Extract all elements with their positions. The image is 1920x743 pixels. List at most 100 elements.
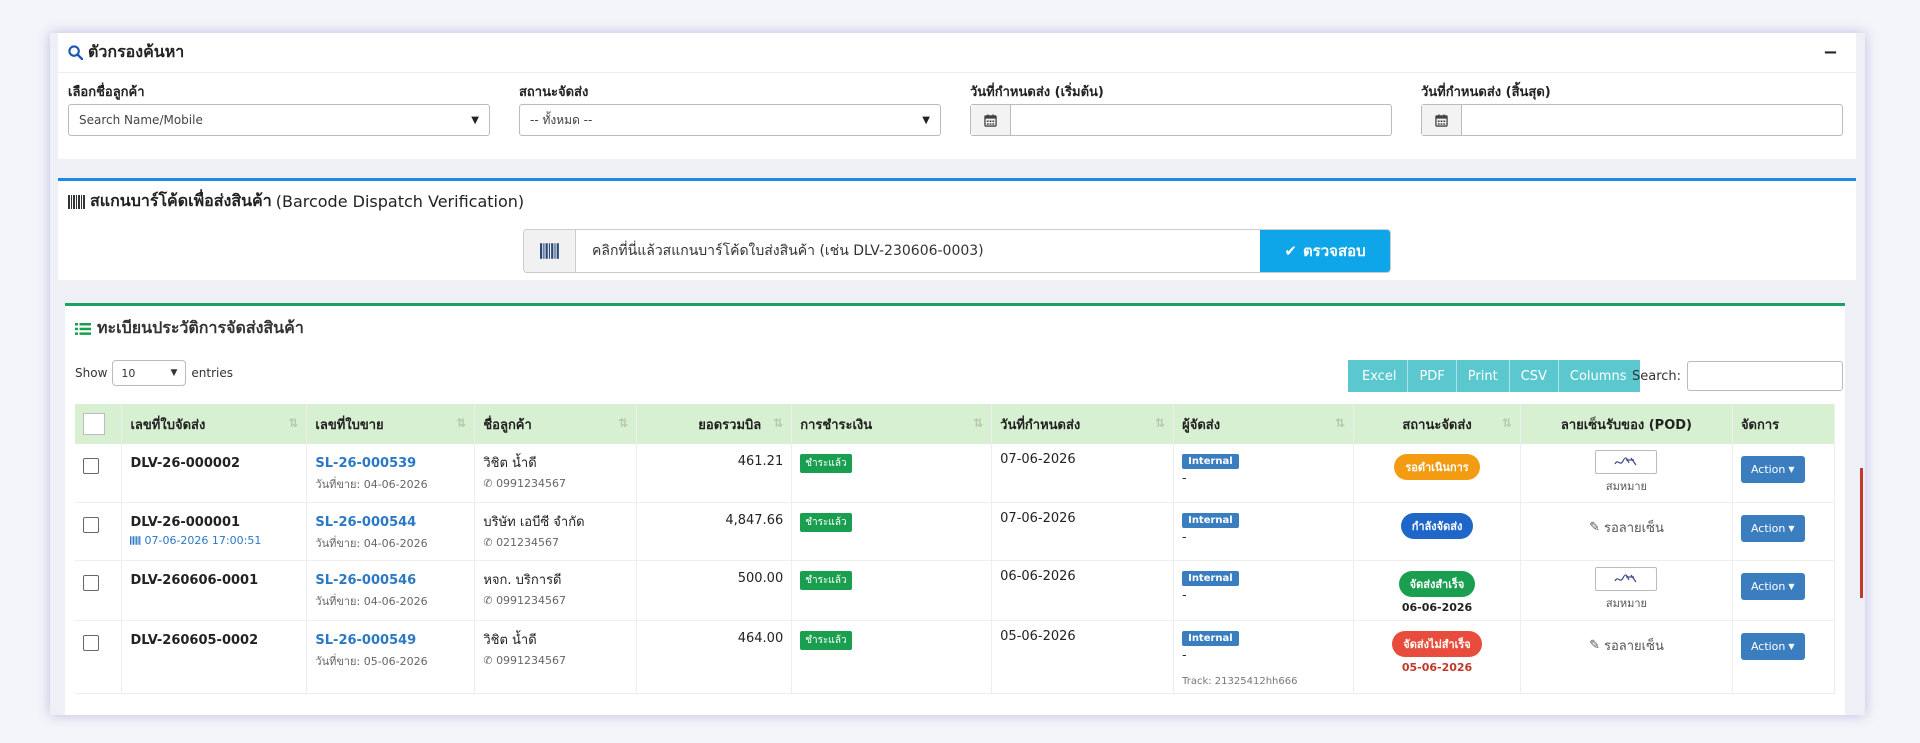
sort-icon: ⇅	[288, 416, 299, 430]
select-all-checkbox[interactable]	[83, 413, 105, 435]
delivery-no: DLV-26-000002	[130, 456, 241, 471]
action-button[interactable]: Action ▼	[1740, 514, 1805, 542]
date-start-input[interactable]	[1011, 105, 1391, 135]
row-checkbox[interactable]	[83, 516, 99, 533]
date-start-filter: วันที่กำหนดส่ง (เริ่มต้น)	[970, 81, 1392, 136]
barcode-card: สแกนบาร์โค้ดเพื่อส่งสินค้า (Barcode Disp…	[58, 178, 1856, 280]
customer-name: วิชิต น้ำดี	[483, 456, 537, 471]
sale-date: วันที่ขาย: 04-06-2026	[315, 536, 428, 550]
row-checkbox[interactable]	[83, 458, 99, 474]
filter-title-text: ตัวกรองค้นหา	[88, 42, 185, 61]
sale-no-link[interactable]: SL-26-000544	[315, 515, 466, 530]
barcode-title-th: สแกนบาร์โค้ดเพื่อส่งสินค้า	[90, 191, 272, 210]
calendar-icon	[971, 105, 1011, 135]
sort-icon: ⇅	[1501, 416, 1512, 430]
excel-button[interactable]: Excel	[1348, 360, 1409, 392]
list-icon	[75, 322, 91, 335]
header-customer[interactable]: ชื่อลูกค้า ⇅	[474, 404, 638, 444]
header-status[interactable]: สถานะจัดส่ง ⇅	[1353, 404, 1521, 444]
status-date: 05-06-2026	[1401, 660, 1473, 674]
verify-button-label: ตรวจสอบ	[1302, 242, 1366, 260]
entries-select[interactable]: 10 ▼	[112, 360, 187, 386]
header-action: จัดการ	[1732, 404, 1836, 444]
verify-button[interactable]: ✔ ตรวจสอบ	[1260, 230, 1390, 272]
signature-thumbnail[interactable]	[1595, 450, 1658, 474]
sort-icon: ⇅	[618, 416, 629, 430]
print-button[interactable]: Print	[1456, 360, 1510, 392]
bill-total: 461.21	[737, 454, 784, 469]
customer-phone: ✆ 0991234567	[483, 477, 567, 490]
caret-down-icon: ▼	[1788, 581, 1795, 591]
signature-thumbnail[interactable]	[1595, 566, 1658, 591]
pod-signer: สมหมาย	[1605, 480, 1647, 493]
status-badge: กำลังจัดส่ง	[1400, 512, 1474, 539]
courier-badge: Internal	[1182, 570, 1239, 586]
header-total[interactable]: ยอดรวมบิล ⇅	[636, 404, 793, 444]
header-pod: ลายเซ็นรับของ (POD)	[1520, 404, 1733, 444]
date-end-input[interactable]	[1462, 105, 1842, 135]
bill-total: 4,847.66	[725, 512, 784, 528]
date-end-field[interactable]	[1421, 104, 1843, 136]
payment-badge: ชำระแล้ว	[800, 454, 852, 473]
date-start-field[interactable]	[970, 104, 1392, 136]
columns-button[interactable]: Columns	[1558, 360, 1641, 392]
select-all-header	[75, 404, 123, 444]
sort-icon: ⇅	[1155, 416, 1166, 430]
action-button[interactable]: Action ▼	[1740, 632, 1805, 660]
delivery-no: DLV-260605-0002	[130, 632, 259, 648]
action-button[interactable]: Action ▼	[1740, 456, 1805, 483]
courier-badge: Internal	[1182, 512, 1239, 528]
action-button[interactable]: Action ▼	[1740, 572, 1805, 600]
pencil-icon: ✎	[1589, 637, 1600, 653]
row-checkbox[interactable]	[83, 634, 99, 651]
bill-total: 500.00	[737, 570, 784, 586]
pod-awaiting: ✎ รอลายเซ็น	[1589, 637, 1664, 654]
row-checkbox[interactable]	[83, 574, 99, 591]
table-search: Search:	[1632, 361, 1844, 391]
history-title: ทะเบียนประวัติการจัดส่งสินค้า	[75, 316, 304, 341]
calendar-icon	[1422, 105, 1462, 135]
caret-down-icon: ▼	[1788, 641, 1795, 651]
due-date: 05-06-2026	[991, 620, 1175, 694]
payment-badge: ชำระแล้ว	[800, 512, 852, 532]
status-select[interactable]: -- ทั้งหมด -- ▼	[519, 104, 941, 136]
customer-phone: ✆ 0991234567	[483, 653, 567, 667]
sale-no-link[interactable]: SL-26-000549	[315, 633, 466, 648]
date-start-label: วันที่กำหนดส่ง (เริ่มต้น)	[970, 85, 1104, 100]
search-label: Search:	[1632, 368, 1682, 384]
sale-date: วันที่ขาย: 04-06-2026	[315, 594, 428, 608]
header-sale-no[interactable]: เลขที่ใบขาย ⇅	[306, 404, 476, 444]
pdf-button[interactable]: PDF	[1408, 360, 1457, 392]
customer-select[interactable]: Search Name/Mobile ▼	[68, 104, 490, 136]
table-search-input[interactable]	[1687, 361, 1844, 391]
sale-no-link[interactable]: SL-26-000539	[315, 456, 466, 471]
status-badge: จัดส่งไม่สำเร็จ	[1392, 630, 1482, 657]
courier-sub: -	[1182, 587, 1187, 602]
barcode-scan-group: คลิกที่นี่แล้วสแกนบาร์โค้ดใบส่งสินค้า (เ…	[523, 229, 1391, 273]
pencil-icon: ✎	[1589, 519, 1600, 535]
header-delivery-no[interactable]: เลขที่ใบจัดส่ง ⇅	[121, 404, 308, 444]
caret-down-icon: ▼	[1788, 465, 1795, 474]
collapse-button[interactable]: −	[1823, 42, 1846, 63]
courier-sub: -	[1182, 647, 1187, 662]
table-header: เลขที่ใบจัดส่ง ⇅ เลขที่ใบขาย ⇅ ชื่อลูกค้า ⇅…	[75, 404, 1836, 444]
customer-name: บริษัท เอบีซี จำกัด	[483, 514, 585, 530]
scroll-indicator	[1860, 468, 1863, 598]
sort-icon: ⇅	[1334, 416, 1346, 430]
barcode-input[interactable]: คลิกที่นี่แล้วสแกนบาร์โค้ดใบส่งสินค้า (เ…	[576, 230, 1260, 272]
chevron-down-icon: ▼	[170, 368, 178, 378]
courier-sub: -	[1182, 529, 1187, 544]
customer-filter: เลือกชื่อลูกค้า Search Name/Mobile ▼	[68, 81, 490, 136]
status-badge: รอดำเนินการ	[1394, 454, 1480, 480]
table-row: DLV-260605-0002 SL-26-000549 วันที่ขาย: 0…	[75, 620, 1836, 694]
header-payment[interactable]: การชำระเงิน ⇅	[791, 404, 993, 444]
sale-no-link[interactable]: SL-26-000546	[315, 573, 466, 588]
header-courier[interactable]: ผู้จัดส่ง ⇅	[1173, 404, 1355, 444]
table-row: DLV-26-000001 07-06-2026 17:00:51 SL-26-0…	[75, 502, 1836, 561]
csv-button[interactable]: CSV	[1509, 360, 1559, 392]
entries-label: entries	[191, 366, 233, 380]
header-due-date[interactable]: วันที่กำหนดส่ง ⇅	[991, 404, 1175, 444]
search-icon	[68, 45, 83, 60]
status-select-value: -- ทั้งหมด --	[530, 112, 593, 127]
check-icon: ✔	[1284, 242, 1297, 260]
